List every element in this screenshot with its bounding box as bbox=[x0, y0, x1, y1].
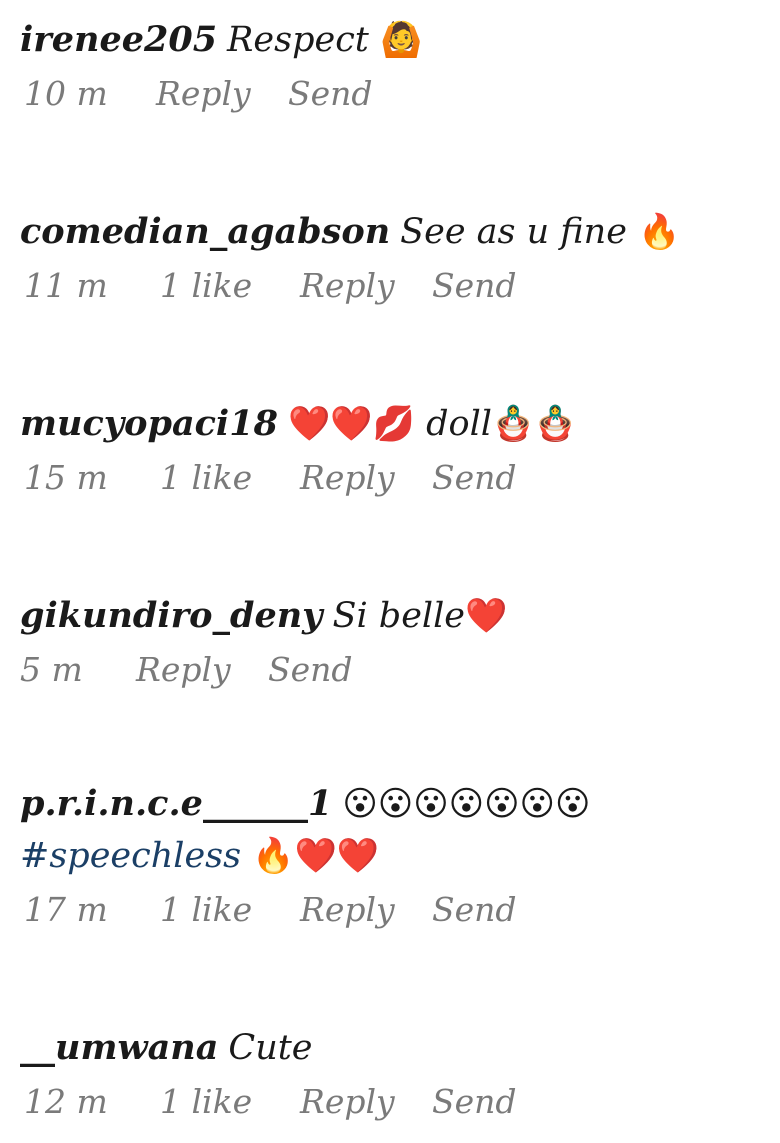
send-button[interactable]: Send bbox=[432, 890, 517, 930]
comment-time: 17 m bbox=[24, 890, 108, 929]
person-gesture-emoji: 🙆 bbox=[380, 20, 423, 60]
hashtag-link[interactable]: #speechless bbox=[20, 836, 241, 876]
comment-text: gikundiro_deny Si belle❤️ bbox=[20, 590, 760, 642]
heart-emoji: ❤️ bbox=[465, 596, 508, 636]
like-count[interactable]: 1 like bbox=[160, 266, 252, 306]
comment-item: irenee205 Respect 🙆 10 m Reply Send bbox=[20, 14, 760, 114]
reply-button[interactable]: Reply bbox=[136, 650, 231, 690]
comment-text: comedian_agabson See as u fine 🔥 bbox=[20, 206, 760, 258]
comment-item: __umwana Cute 12 m 1 like Reply Send bbox=[20, 1022, 760, 1122]
comment-meta: 17 m 1 like Reply Send bbox=[20, 890, 760, 930]
fire-heart-emoji: 🔥❤️❤️ bbox=[252, 836, 380, 876]
comment-meta: 11 m 1 like Reply Send bbox=[20, 266, 760, 306]
comment-username[interactable]: comedian_agabson bbox=[20, 211, 390, 252]
comment-username[interactable]: mucyopaci18 bbox=[20, 403, 278, 444]
comment-meta: 12 m 1 like Reply Send bbox=[20, 1082, 760, 1122]
astonished-face-emoji: 😮😮😮😮😮😮😮 bbox=[342, 784, 591, 824]
send-button[interactable]: Send bbox=[432, 1082, 517, 1122]
reply-button[interactable]: Reply bbox=[300, 266, 395, 306]
comment-text: irenee205 Respect 🙆 bbox=[20, 14, 760, 66]
nesting-doll-emoji: 🪆🪆 bbox=[491, 404, 577, 444]
heart-emoji: ❤️❤️💋 bbox=[287, 404, 415, 444]
reply-button[interactable]: Reply bbox=[156, 74, 251, 114]
comment-body: Cute bbox=[228, 1028, 313, 1068]
comment-time: 11 m bbox=[24, 266, 108, 305]
like-count[interactable]: 1 like bbox=[160, 458, 252, 498]
like-count[interactable]: 1 like bbox=[160, 1082, 252, 1122]
comment-text: __umwana Cute bbox=[20, 1022, 760, 1074]
comment-time: 5 m bbox=[20, 650, 83, 689]
comment-text: mucyopaci18 ❤️❤️💋 doll🪆🪆 bbox=[20, 398, 760, 450]
comment-meta: 10 m Reply Send bbox=[20, 74, 760, 114]
send-button[interactable]: Send bbox=[432, 458, 517, 498]
send-button[interactable]: Send bbox=[432, 266, 517, 306]
comment-text: p.r.i.n.c.e______1 😮😮😮😮😮😮😮 #speechless 🔥❤… bbox=[20, 778, 760, 882]
comment-time: 12 m bbox=[24, 1082, 108, 1121]
like-count[interactable]: 1 like bbox=[160, 890, 252, 930]
comment-meta: 15 m 1 like Reply Send bbox=[20, 458, 760, 498]
send-button[interactable]: Send bbox=[268, 650, 353, 690]
reply-button[interactable]: Reply bbox=[300, 890, 395, 930]
comment-body: doll bbox=[426, 404, 492, 444]
comment-item: p.r.i.n.c.e______1 😮😮😮😮😮😮😮 #speechless 🔥❤… bbox=[20, 778, 760, 930]
reply-button[interactable]: Reply bbox=[300, 458, 395, 498]
comment-body: See as u fine bbox=[400, 212, 627, 252]
comment-time: 10 m bbox=[24, 74, 108, 113]
reply-button[interactable]: Reply bbox=[300, 1082, 395, 1122]
comment-body: Si belle bbox=[332, 596, 466, 636]
fire-emoji: 🔥 bbox=[638, 212, 681, 252]
comment-meta: 5 m Reply Send bbox=[20, 650, 760, 690]
comment-username[interactable]: __umwana bbox=[20, 1027, 218, 1068]
send-button[interactable]: Send bbox=[288, 74, 373, 114]
comment-item: comedian_agabson See as u fine 🔥 11 m 1 l… bbox=[20, 206, 760, 306]
comment-username[interactable]: p.r.i.n.c.e______1 bbox=[20, 783, 332, 824]
comment-body: Respect bbox=[227, 20, 369, 60]
comment-username[interactable]: gikundiro_deny bbox=[20, 595, 323, 636]
comment-item: gikundiro_deny Si belle❤️ 5 m Reply Send bbox=[20, 590, 760, 690]
comment-username[interactable]: irenee205 bbox=[20, 19, 217, 60]
comment-time: 15 m bbox=[24, 458, 108, 497]
comment-item: mucyopaci18 ❤️❤️💋 doll🪆🪆 15 m 1 like Repl… bbox=[20, 398, 760, 498]
